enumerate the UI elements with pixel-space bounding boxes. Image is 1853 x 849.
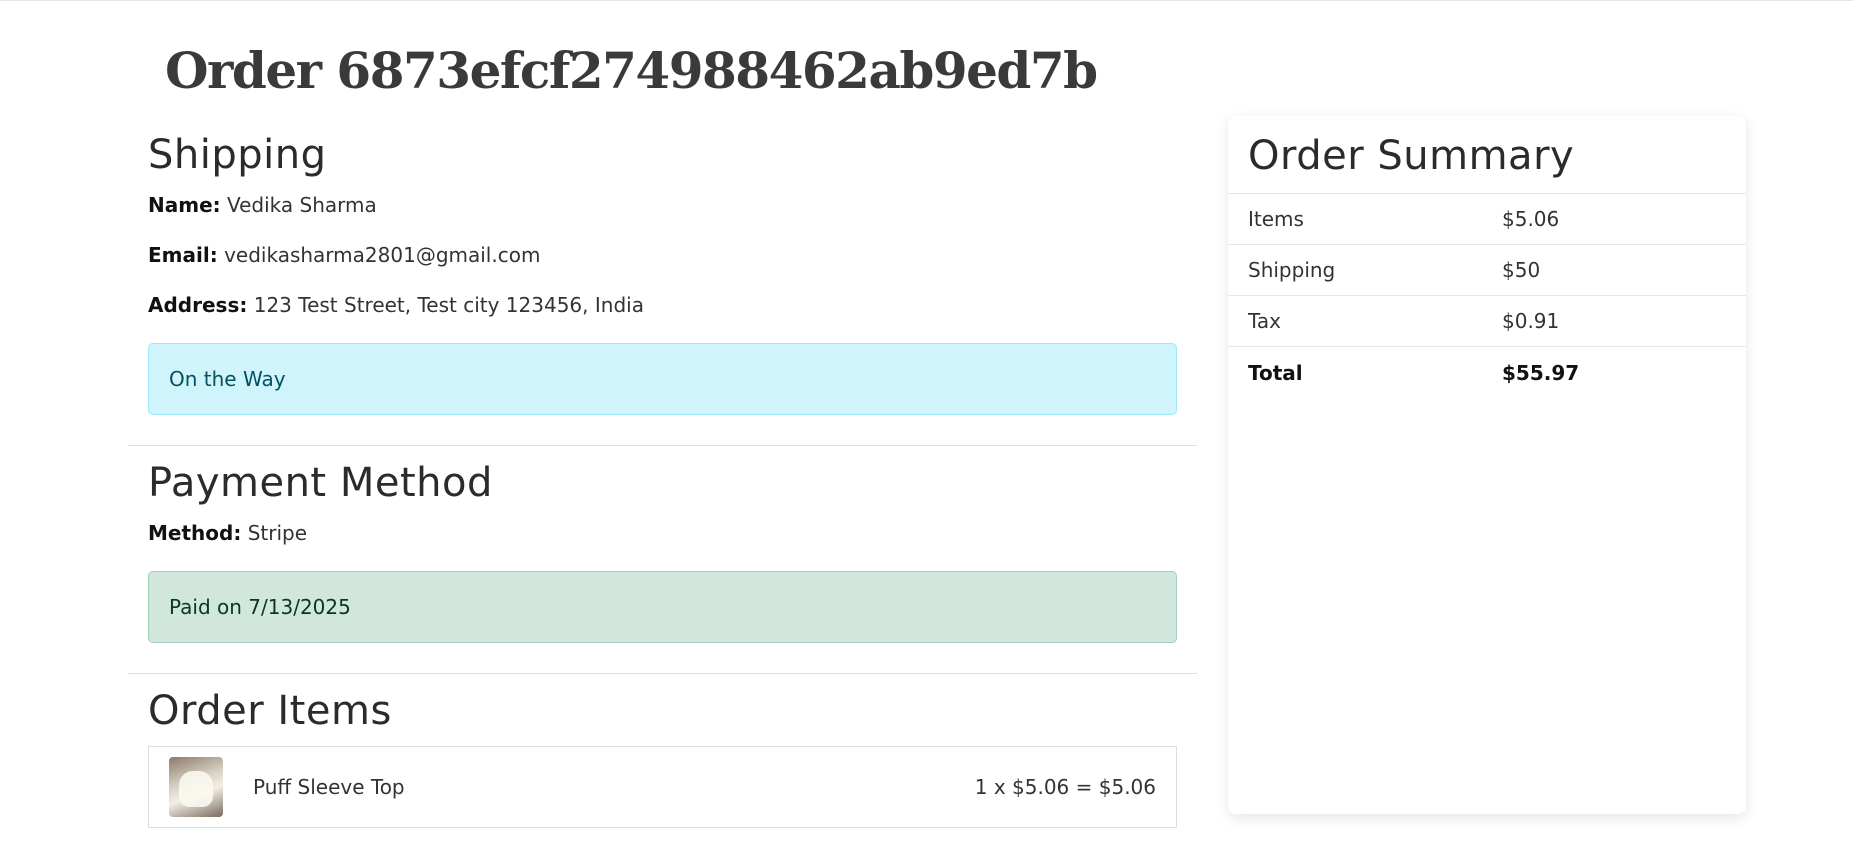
summary-label: Items — [1248, 207, 1304, 231]
payment-status-text: Paid on 7/13/2025 — [169, 595, 351, 619]
name-value: Vedika Sharma — [227, 193, 377, 217]
order-item-row: Puff Sleeve Top 1 x $5.06 = $5.06 — [148, 746, 1177, 828]
shipping-email-field: Email: vedikasharma2801@gmail.com — [148, 243, 1177, 267]
product-thumbnail — [169, 757, 223, 817]
summary-value: $5.06 — [1502, 207, 1560, 231]
shipping-heading: Shipping — [148, 132, 327, 178]
summary-value: $50 — [1502, 258, 1541, 282]
order-items-section: Order Items Puff Sleeve Top 1 x $5.06 = … — [128, 674, 1197, 828]
summary-row-tax: Tax $0.91 — [1228, 296, 1746, 347]
shipping-section: Shipping Name: Vedika Sharma Email: vedi… — [128, 128, 1197, 445]
total-label: Total — [1248, 360, 1303, 385]
address-value: 123 Test Street, Test city 123456, India — [253, 293, 644, 317]
order-summary-heading: Order Summary — [1228, 116, 1746, 194]
method-label: Method: — [148, 521, 242, 545]
payment-method-field: Method: Stripe — [148, 521, 1177, 545]
total-value: $55.97 — [1502, 360, 1580, 385]
shipping-address-field: Address: 123 Test Street, Test city 1234… — [148, 293, 1177, 317]
order-items-heading: Order Items — [148, 688, 392, 734]
delivery-status-text: On the Way — [169, 367, 286, 391]
top-border — [0, 0, 1853, 1]
method-value: Stripe — [247, 521, 308, 545]
payment-heading: Payment Method — [148, 460, 493, 506]
summary-label: Tax — [1248, 309, 1281, 333]
payment-status-alert: Paid on 7/13/2025 — [148, 571, 1177, 643]
order-summary-card: Order Summary Items $5.06 Shipping $50 T… — [1228, 116, 1746, 814]
name-label: Name: — [148, 193, 221, 217]
page-title: Order 6873efcf274988462ab9ed7b — [165, 41, 1098, 100]
item-price-calc: 1 x $5.06 = $5.06 — [974, 775, 1156, 799]
shipping-name-field: Name: Vedika Sharma — [148, 193, 1177, 217]
summary-value: $0.91 — [1502, 309, 1560, 333]
order-details: Shipping Name: Vedika Sharma Email: vedi… — [128, 128, 1197, 828]
email-label: Email: — [148, 243, 218, 267]
summary-row-items: Items $5.06 — [1228, 194, 1746, 245]
delivery-status-alert: On the Way — [148, 343, 1177, 415]
summary-row-total: Total $55.97 — [1228, 347, 1746, 398]
payment-section: Payment Method Method: Stripe Paid on 7/… — [128, 446, 1197, 673]
summary-label: Shipping — [1248, 258, 1336, 282]
summary-row-shipping: Shipping $50 — [1228, 245, 1746, 296]
email-value: vedikasharma2801@gmail.com — [224, 243, 541, 267]
address-label: Address: — [148, 293, 248, 317]
item-name-link[interactable]: Puff Sleeve Top — [253, 775, 975, 799]
